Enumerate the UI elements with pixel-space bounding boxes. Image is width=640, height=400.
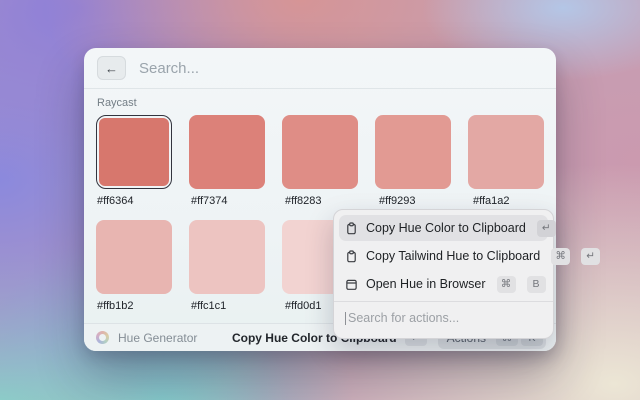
command-key-badge: ⌘ xyxy=(497,276,516,293)
return-key-badge: ↵ xyxy=(537,220,556,237)
swatch-row-1 xyxy=(96,115,544,189)
swatch-fill xyxy=(282,115,358,189)
color-swatch[interactable] xyxy=(468,115,544,189)
swatch-labels-row-1: #ff6364 #ff7374 #ff8283 #ff9293 #ffa1a2 xyxy=(96,195,544,207)
swatch-fill xyxy=(468,115,544,189)
search-input[interactable]: Search... xyxy=(139,60,199,77)
action-label: Copy Tailwind Hue to Clipboard xyxy=(366,249,540,263)
swatch-fill xyxy=(99,118,169,186)
color-swatch[interactable] xyxy=(189,115,265,189)
swatch-fill xyxy=(375,115,451,189)
swatch-fill xyxy=(96,220,172,294)
swatch-hex-label: #ffc1c1 xyxy=(190,300,267,312)
section-header: Raycast xyxy=(97,97,544,109)
extension-name: Hue Generator xyxy=(118,331,232,345)
actions-popup: Copy Hue Color to Clipboard ↵ Copy Tailw… xyxy=(333,209,554,339)
swatch-fill xyxy=(189,115,265,189)
actions-search-input[interactable]: Search for actions... xyxy=(339,302,548,333)
swatch-hex-label: #ff8283 xyxy=(284,195,361,207)
command-key-badge: ⌘ xyxy=(551,248,570,265)
back-button[interactable]: ← xyxy=(97,56,126,80)
clipboard-icon xyxy=(345,250,358,263)
color-swatch[interactable] xyxy=(96,220,172,294)
search-header: ← Search... xyxy=(84,48,556,89)
b-key-badge: B xyxy=(527,276,546,293)
hue-wheel-icon xyxy=(96,331,109,344)
color-swatch[interactable] xyxy=(189,220,265,294)
swatch-hex-label: #ff9293 xyxy=(378,195,455,207)
swatch-hex-label: #ff7374 xyxy=(190,195,267,207)
action-item-copy-hue-color[interactable]: Copy Hue Color to Clipboard ↵ xyxy=(339,215,548,241)
text-cursor xyxy=(345,312,346,325)
action-label: Copy Hue Color to Clipboard xyxy=(366,221,526,235)
color-swatch[interactable] xyxy=(96,115,172,189)
action-label: Open Hue in Browser xyxy=(366,277,486,291)
swatch-hex-label: #ff6364 xyxy=(96,195,173,207)
color-swatch[interactable] xyxy=(282,115,358,189)
actions-search-placeholder: Search for actions... xyxy=(348,311,459,325)
back-arrow-icon: ← xyxy=(105,61,118,76)
clipboard-icon xyxy=(345,222,358,235)
action-item-open-in-browser[interactable]: Open Hue in Browser ⌘ B xyxy=(339,271,548,297)
browser-icon xyxy=(345,278,358,291)
color-swatch[interactable] xyxy=(375,115,451,189)
swatch-fill xyxy=(189,220,265,294)
action-item-copy-tailwind-hue[interactable]: Copy Tailwind Hue to Clipboard ⌘ ↵ xyxy=(339,243,548,269)
return-key-badge: ↵ xyxy=(581,248,600,265)
swatch-hex-label: #ffa1a2 xyxy=(472,195,549,207)
swatch-hex-label: #ffb1b2 xyxy=(96,300,173,312)
